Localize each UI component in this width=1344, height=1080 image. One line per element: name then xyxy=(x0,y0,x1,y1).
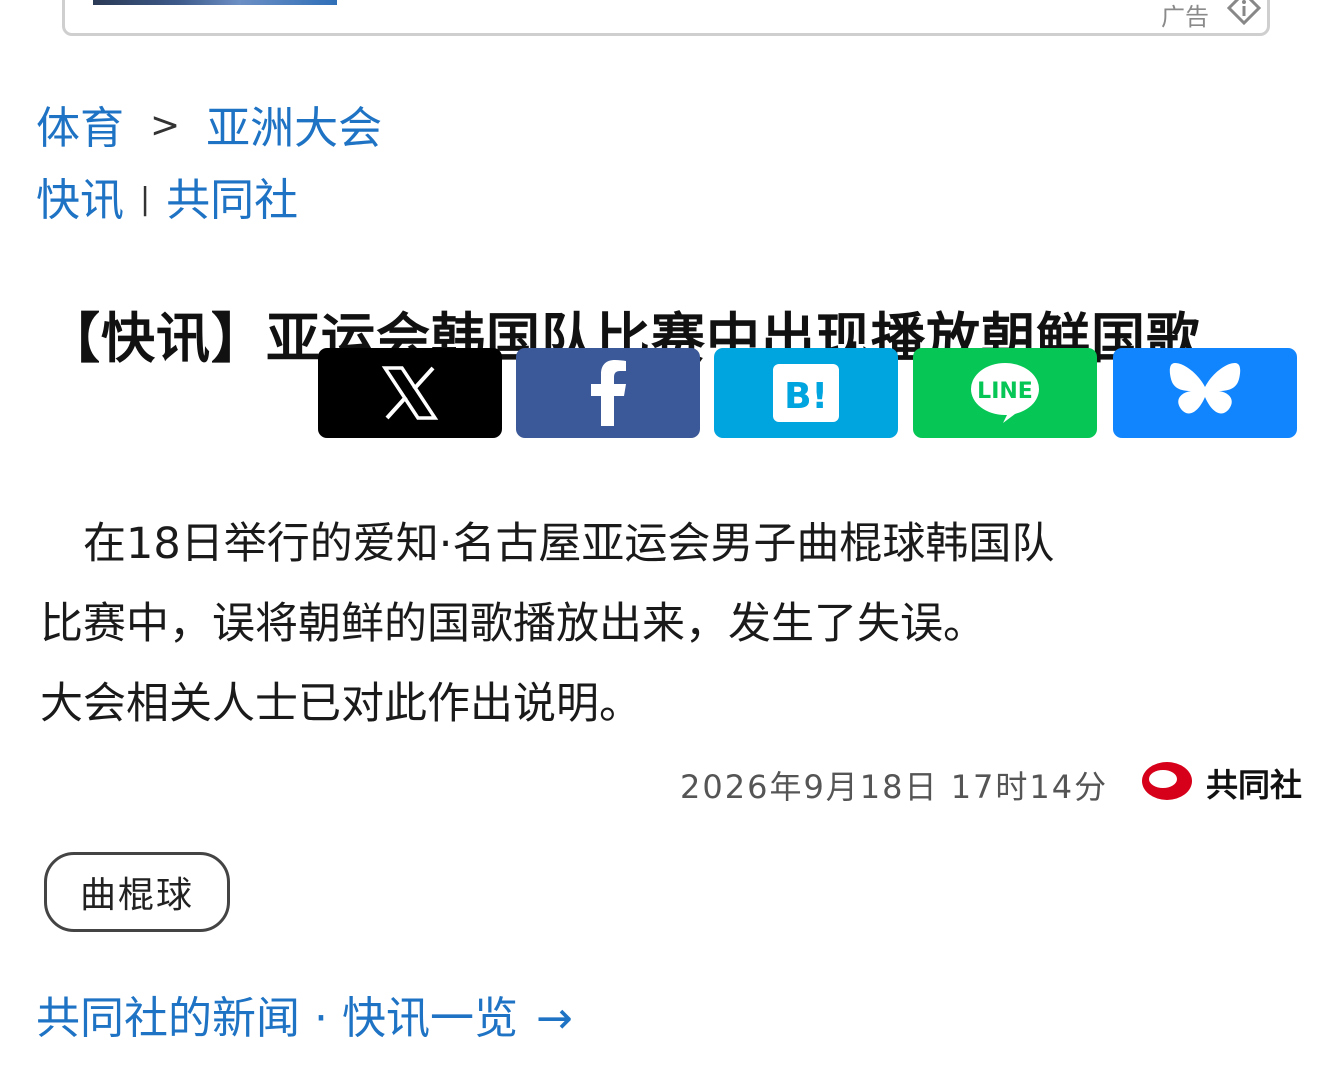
share-bluesky-button[interactable] xyxy=(1113,348,1297,438)
ad-image[interactable] xyxy=(93,0,337,5)
topic-tag-button[interactable]: 曲棍球 xyxy=(44,852,230,932)
breadcrumb: 体育 > 亚洲大会 xyxy=(36,92,382,156)
article-body: 在18日举行的爱知·名古屋亚运会男子曲棍球韩国队 比赛中，误将朝鲜的国歌播放出来… xyxy=(40,504,1280,744)
breadcrumb-sports-link[interactable]: 体育 xyxy=(36,103,124,154)
more-news-label: 共同社的新闻 · 快讯一览 xyxy=(36,993,518,1044)
ad-banner[interactable]: 广告 xyxy=(62,0,1270,36)
more-news-link[interactable]: 共同社的新闻 · 快讯一览 → xyxy=(36,982,573,1046)
line-logo-icon: LINE xyxy=(971,363,1039,423)
bluesky-butterfly-icon xyxy=(1169,363,1241,414)
breadcrumb-separator: > xyxy=(150,105,181,146)
body-paragraph-line: 比赛中，误将朝鲜的国歌播放出来，发生了失误。 xyxy=(40,599,986,649)
hatena-bookmark-icon: B! xyxy=(773,364,839,422)
svg-text:LINE: LINE xyxy=(977,379,1033,404)
x-logo-icon xyxy=(381,366,439,420)
arrow-right-icon: → xyxy=(535,993,573,1044)
body-paragraph-line: 在18日举行的爱知·名古屋亚运会男子曲棍球韩国队 xyxy=(40,519,1055,569)
share-line-button[interactable]: LINE xyxy=(913,348,1097,438)
category-line: 快讯 | 共同社 xyxy=(36,164,298,228)
share-hatena-button[interactable]: B! xyxy=(714,348,898,438)
svg-text:B!: B! xyxy=(784,376,828,417)
publish-timestamp: 2026年9月18日 17时14分 xyxy=(680,768,1109,806)
body-paragraph-line: 大会相关人士已对此作出说明。 xyxy=(40,679,642,729)
category-flash-link[interactable]: 快讯 xyxy=(36,175,124,226)
share-x-button[interactable] xyxy=(318,348,502,438)
kyodo-logo-icon xyxy=(1142,762,1192,800)
breadcrumb-asian-games-link[interactable]: 亚洲大会 xyxy=(206,103,382,154)
category-divider: | xyxy=(140,182,151,217)
source-name: 共同社 xyxy=(1206,766,1303,804)
category-source-link[interactable]: 共同社 xyxy=(166,175,298,226)
share-facebook-button[interactable] xyxy=(516,348,700,438)
facebook-f-icon xyxy=(591,360,626,426)
info-diamond-icon[interactable] xyxy=(1227,0,1261,25)
ad-label: 广告 xyxy=(1161,3,1209,31)
